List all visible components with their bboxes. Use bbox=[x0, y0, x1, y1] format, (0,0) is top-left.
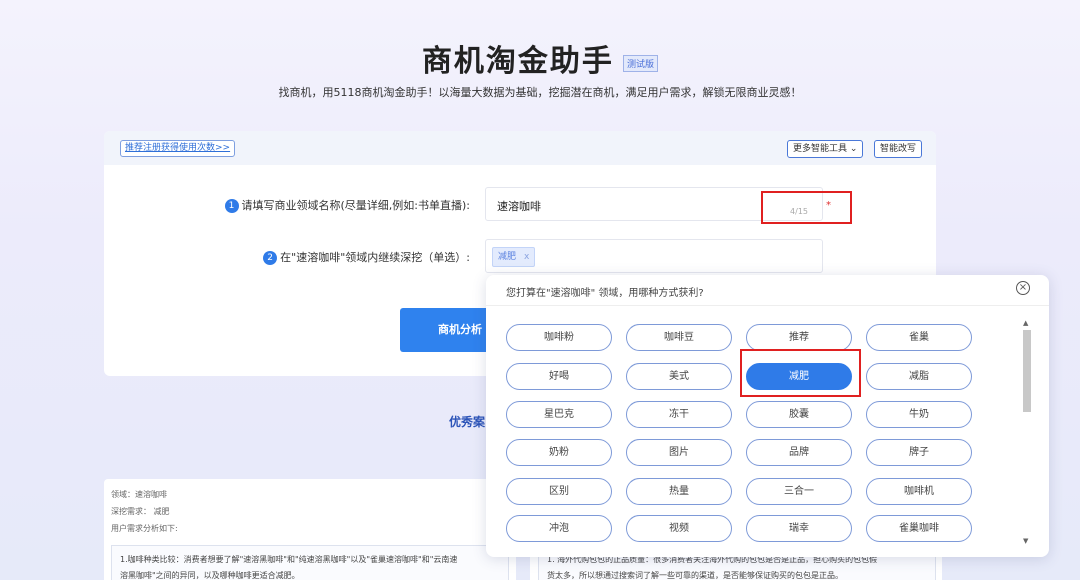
case-analysis-box: 1.咖啡种类比较：消费者想要了解"速溶黑咖啡"和"纯速溶黑咖啡"以及"雀巢速溶咖… bbox=[111, 545, 509, 580]
option-chip[interactable]: 胶囊 bbox=[746, 401, 852, 428]
option-chip[interactable]: 推荐 bbox=[746, 324, 852, 351]
option-chip[interactable]: 三合一 bbox=[746, 478, 852, 505]
option-chip[interactable]: 奶粉 bbox=[506, 439, 612, 466]
close-icon[interactable]: × bbox=[1016, 281, 1030, 295]
option-chip[interactable]: 好喝 bbox=[506, 363, 612, 390]
cases-title: 优秀案 bbox=[449, 415, 486, 429]
option-chip[interactable]: 牛奶 bbox=[866, 401, 972, 428]
option-chip[interactable]: 品牌 bbox=[746, 439, 852, 466]
popup-scrollbar[interactable]: ▲ ▼ bbox=[1022, 319, 1032, 545]
option-chip[interactable]: 咖啡机 bbox=[866, 478, 972, 505]
option-chip[interactable]: 热量 bbox=[626, 478, 732, 505]
selected-tag: 减肥 x bbox=[492, 247, 536, 267]
case-line-1: 1.咖啡种类比较：消费者想要了解"速溶黑咖啡"和"纯速溶黑咖啡"以及"雀巢速溶咖… bbox=[120, 555, 458, 564]
more-tools-label: 更多智能工具 bbox=[793, 144, 848, 154]
option-chip[interactable]: 冻干 bbox=[626, 401, 732, 428]
option-chip[interactable]: 区别 bbox=[506, 478, 612, 505]
option-chip[interactable]: 星巴克 bbox=[506, 401, 612, 428]
register-link[interactable]: 推荐注册获得使用次数>> bbox=[120, 140, 236, 157]
case-domain: 领域：速溶咖啡 bbox=[111, 490, 167, 499]
more-tools-button[interactable]: 更多智能工具 ⌄ bbox=[787, 140, 864, 158]
card-toolbar: 推荐注册获得使用次数>> 更多智能工具 ⌄ 智能改写 bbox=[104, 131, 936, 165]
step2-number: 2 bbox=[263, 251, 278, 265]
highlight-box-counter bbox=[761, 191, 852, 224]
popup-divider bbox=[486, 305, 1049, 306]
option-chip[interactable]: 减脂 bbox=[866, 363, 972, 390]
scroll-thumb[interactable] bbox=[1023, 330, 1031, 412]
domain-input-value: 速溶咖啡 bbox=[497, 200, 541, 213]
option-chip[interactable]: 图片 bbox=[626, 439, 732, 466]
step1-number: 1 bbox=[224, 199, 239, 213]
option-chip[interactable]: 牌子 bbox=[866, 439, 972, 466]
scroll-down-icon[interactable]: ▼ bbox=[1023, 537, 1028, 545]
scroll-up-icon[interactable]: ▲ bbox=[1023, 319, 1028, 327]
beta-badge: 测试版 bbox=[623, 54, 659, 72]
options-popup: 您打算在"速溶咖啡" 领域，用哪种方式获利? × 咖啡粉 咖啡豆 推荐 雀巢好喝 美式 减… bbox=[486, 275, 1049, 557]
page-subtitle: 找商机，用5118商机淘金助手！以海量大数据为基础，挖掘潜在商机，满足用户需求，… bbox=[278, 86, 802, 99]
option-chip[interactable]: 冲泡 bbox=[506, 515, 612, 542]
option-chip[interactable]: 雀巢 bbox=[866, 324, 972, 351]
selected-tag-label: 减肥 bbox=[498, 252, 517, 262]
popup-question: 您打算在"速溶咖啡" 领域，用哪种方式获利? bbox=[506, 288, 704, 299]
step1-label: 1 请填写商业领域名称(尽量详细,例如:书单直播): bbox=[204, 197, 470, 213]
option-chip[interactable]: 雀巢咖啡 bbox=[866, 515, 972, 542]
page-title: 商机淘金助手 bbox=[421, 44, 614, 79]
dig-select-input[interactable]: 减肥 x bbox=[485, 239, 823, 273]
option-chip[interactable]: 瑞幸 bbox=[746, 515, 852, 542]
case-right-line-2: 货太多，所以想通过搜索词了解一些可靠的渠道，是否能够保证购买的包包是正品。 bbox=[547, 571, 843, 580]
smart-rewrite-button[interactable]: 智能改写 bbox=[874, 140, 923, 158]
case-line-2: 溶黑咖啡"之间的异同，以及哪种咖啡更适合减肥。 bbox=[120, 571, 300, 580]
tag-remove-icon[interactable]: x bbox=[524, 252, 529, 262]
highlight-box-selected-option bbox=[740, 349, 861, 397]
option-chip[interactable]: 视频 bbox=[626, 515, 732, 542]
option-chip[interactable]: 美式 bbox=[626, 363, 732, 390]
case-dig: 深挖需求： 减肥 bbox=[111, 507, 170, 516]
case-analysis-label: 用户需求分析如下: bbox=[111, 524, 178, 533]
case-card-left: 领域：速溶咖啡 深挖需求： 减肥 用户需求分析如下: 1.咖啡种类比较：消费者想… bbox=[104, 479, 516, 580]
option-chip[interactable]: 咖啡豆 bbox=[626, 324, 732, 351]
step2-label: 2 在"速溶咖啡"领域内继续深挖（单选）: bbox=[204, 249, 470, 265]
step1-text: 请填写商业领域名称(尽量详细,例如:书单直播): bbox=[241, 199, 471, 212]
step2-text: 在"速溶咖啡"领域内继续深挖（单选）: bbox=[280, 251, 470, 264]
option-chip[interactable]: 咖啡粉 bbox=[506, 324, 612, 351]
page-title-wrap: 商机淘金助手 测试版 bbox=[0, 36, 1080, 80]
chevron-down-icon: ⌄ bbox=[849, 144, 858, 154]
